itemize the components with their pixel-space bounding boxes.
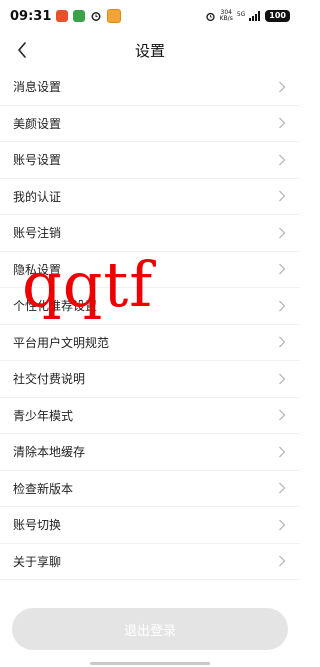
chevron-right-icon: [278, 300, 286, 312]
settings-item-recommendation[interactable]: 个性化推荐设置: [0, 288, 300, 325]
settings-item-label: 社交付费说明: [13, 372, 86, 387]
network-speed: 304 KB/s: [220, 10, 233, 22]
chevron-right-icon: [278, 336, 286, 348]
settings-item-label: 账号注销: [13, 226, 62, 241]
battery-indicator: 100: [265, 10, 290, 22]
settings-item-teen-mode[interactable]: 青少年模式: [0, 398, 300, 434]
app-notification-icon: [56, 10, 69, 22]
settings-item-label: 清除本地缓存: [13, 445, 86, 460]
chevron-right-icon: [278, 263, 286, 275]
chevron-right-icon: [278, 190, 286, 202]
chevron-right-icon: [278, 446, 286, 458]
chevron-right-icon: [278, 373, 286, 385]
settings-item-privacy[interactable]: 隐私设置: [0, 252, 300, 288]
settings-item-delete-account[interactable]: 账号注销: [0, 215, 300, 252]
page-title: 设置: [134, 41, 165, 60]
settings-item-label: 美颜设置: [13, 116, 62, 131]
app-notification-icon: [73, 10, 86, 22]
settings-item-beauty[interactable]: 美颜设置: [0, 106, 300, 142]
settings-item-label: 我的认证: [13, 189, 62, 204]
alarm-icon: [205, 11, 216, 22]
settings-item-account[interactable]: 账号设置: [0, 142, 300, 179]
chevron-left-icon: [17, 42, 27, 58]
settings-item-message[interactable]: 消息设置: [0, 69, 300, 106]
status-time: 09:31: [10, 8, 52, 24]
settings-item-paid-social[interactable]: 社交付费说明: [0, 361, 300, 398]
network-speed-unit: KB/s: [219, 15, 233, 22]
settings-item-label: 个性化推荐设置: [13, 299, 98, 314]
chevron-right-icon: [278, 81, 286, 93]
settings-list: 消息设置 美颜设置 账号设置 我的认证 账号注销 隐私设置 个性化推荐设置 平台…: [0, 69, 300, 580]
settings-item-switch-account[interactable]: 账号切换: [0, 507, 300, 544]
settings-item-about[interactable]: 关于享聊: [0, 544, 300, 580]
settings-item-label: 平台用户文明规范: [13, 335, 110, 350]
home-indicator[interactable]: [90, 662, 210, 665]
settings-item-verification[interactable]: 我的认证: [0, 179, 300, 215]
settings-item-label: 检查新版本: [13, 481, 74, 496]
signal-icon: [249, 11, 261, 21]
settings-item-label: 关于享聊: [13, 554, 62, 569]
back-button[interactable]: [8, 36, 36, 64]
nav-bar: 设置: [0, 32, 300, 68]
settings-item-clear-cache[interactable]: 清除本地缓存: [0, 434, 300, 471]
logout-button[interactable]: 退出登录: [12, 608, 288, 650]
logout-button-label: 退出登录: [123, 623, 176, 639]
settings-item-label: 隐私设置: [13, 262, 62, 277]
chevron-right-icon: [278, 555, 286, 567]
alarm-icon: [90, 10, 102, 22]
settings-item-check-update[interactable]: 检查新版本: [0, 471, 300, 507]
chevron-right-icon: [278, 519, 286, 531]
app-notification-icon: [107, 9, 122, 23]
chevron-right-icon: [278, 154, 286, 166]
status-right: 304 KB/s 5G 100: [205, 10, 290, 22]
settings-item-label: 账号设置: [13, 153, 62, 168]
chevron-right-icon: [278, 227, 286, 239]
settings-item-label: 账号切换: [13, 518, 62, 533]
signal-label: 5G: [236, 11, 246, 18]
chevron-right-icon: [278, 117, 286, 129]
settings-item-label: 消息设置: [13, 80, 62, 95]
status-left: 09:31: [10, 8, 122, 24]
chevron-right-icon: [278, 409, 286, 421]
settings-item-label: 青少年模式: [13, 408, 74, 423]
chevron-right-icon: [278, 482, 286, 494]
status-bar: 09:31 304 KB/s 5G 100: [0, 0, 300, 32]
settings-item-community-rules[interactable]: 平台用户文明规范: [0, 325, 300, 361]
